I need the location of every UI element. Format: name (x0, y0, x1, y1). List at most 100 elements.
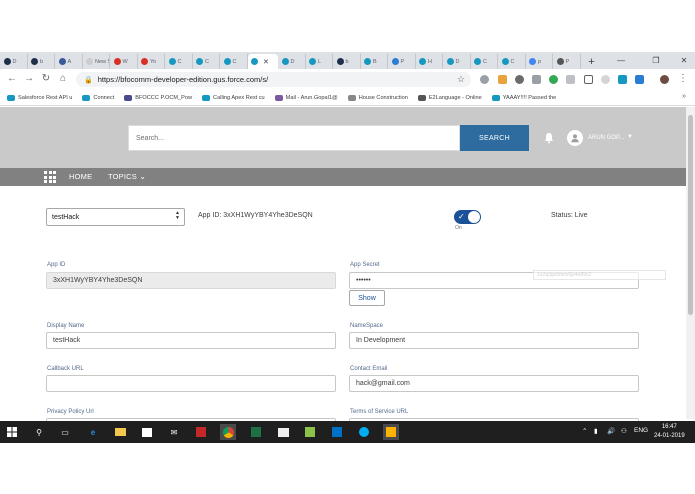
bookmark-item[interactable]: Calling Apex Rest cu (202, 94, 265, 101)
browser-tab[interactable]: D (1, 54, 28, 69)
scrollbar-thumb[interactable] (688, 115, 693, 315)
nav-topics[interactable]: TOPICS ⌄ (108, 172, 146, 181)
browser-tab[interactable]: C (166, 54, 193, 69)
tab-label: C (510, 58, 515, 65)
browser-tab[interactable]: B (361, 54, 388, 69)
extension-cloud-icon[interactable] (480, 75, 489, 84)
app-select[interactable]: testHack ▲ ▼ (46, 208, 185, 226)
browser-tab[interactable]: C (221, 54, 248, 69)
extension-grid-icon[interactable] (566, 75, 575, 84)
bookmark-item[interactable]: Connect (82, 94, 114, 101)
browser-tab[interactable]: L (306, 54, 333, 69)
display-name-field[interactable]: testHack (46, 332, 336, 349)
browser-tab[interactable]: Yo (138, 54, 165, 69)
address-bar[interactable]: 🔒 https://bfocomm-developer-edition.gus.… (76, 72, 471, 87)
browser-tab[interactable]: P (389, 54, 416, 69)
browser-tab[interactable]: b (28, 54, 55, 69)
browser-tab[interactable]: D (279, 54, 306, 69)
input-language[interactable]: ENG (634, 427, 648, 434)
store-icon[interactable] (139, 424, 155, 440)
new-tab-button[interactable]: + (583, 56, 601, 68)
bookmark-favicon-icon (124, 94, 133, 101)
chrome-icon[interactable] (220, 424, 236, 440)
bookmark-star-icon[interactable]: ☆ (457, 74, 465, 85)
notepad-icon[interactable] (302, 424, 318, 440)
extension-blue-icon[interactable] (635, 75, 644, 84)
namespace-field[interactable]: In Development (349, 332, 639, 349)
extension-cloud-blue-icon[interactable] (618, 75, 627, 84)
outlook-icon[interactable] (329, 424, 345, 440)
network-icon[interactable]: ⚇ (621, 427, 627, 435)
user-name[interactable]: ARUN GOP... (588, 135, 624, 141)
callback-url-field[interactable] (46, 375, 336, 392)
system-clock[interactable]: 16:47 24-01-2019 (654, 423, 685, 441)
browser-tab-strip: Db A New S W Yo C C C ✕ D Lb B P H D C Cp P + — ❐ ✕ (0, 52, 695, 69)
tab-favicon-icon (446, 58, 454, 65)
extension-orange-icon[interactable] (498, 75, 507, 84)
user-menu-chevron-icon[interactable]: ▼ (627, 134, 633, 140)
browser-tab[interactable]: ✕ (248, 54, 278, 69)
extension-gray-icon[interactable] (515, 75, 524, 84)
excel-icon[interactable] (248, 424, 264, 440)
browser-tab[interactable]: P (554, 54, 581, 69)
windows-start-icon[interactable] (4, 424, 20, 440)
task-view-icon[interactable]: ▭ (57, 424, 73, 440)
bookmarks-more-icon[interactable]: » (682, 93, 686, 100)
bookmark-item[interactable]: E2Language - Online (417, 94, 482, 101)
skype-icon[interactable] (356, 424, 372, 440)
app-id-value: 3xXH1WyYBY4Yhe3DeSQN (53, 277, 143, 284)
acrobat-icon[interactable] (193, 424, 209, 440)
maximize-icon[interactable]: ❐ (641, 52, 671, 69)
volume-icon[interactable]: 🔊 (607, 427, 615, 435)
notification-bell-icon[interactable] (543, 132, 555, 144)
profile-avatar-icon[interactable] (660, 75, 669, 84)
browser-tab[interactable]: b (334, 54, 361, 69)
search-input[interactable]: Search... (128, 125, 460, 151)
extension-circle-icon[interactable] (601, 75, 610, 84)
browser-tab[interactable]: A (56, 54, 83, 69)
taskbar-search-icon[interactable]: ⚲ (31, 424, 47, 440)
file-explorer-icon[interactable] (112, 424, 128, 440)
browser-tab[interactable]: p (526, 54, 553, 69)
nav-home[interactable]: HOME (69, 172, 92, 181)
browser-tab[interactable]: C (499, 54, 526, 69)
mail-icon[interactable]: ✉ (166, 424, 182, 440)
extension-download-icon[interactable] (584, 75, 593, 84)
bookmark-item[interactable]: YAAAY!!!! Passed the (491, 94, 556, 101)
tab-label: P (400, 58, 405, 65)
taskbar-app-icon[interactable] (383, 424, 399, 440)
contact-email-field[interactable]: hack@gmail.com (349, 375, 639, 392)
extension-puzzle-icon[interactable] (532, 75, 541, 84)
battery-icon[interactable]: ▮ (594, 427, 598, 435)
app-77-icon[interactable] (275, 424, 291, 440)
browser-tab[interactable]: W (111, 54, 138, 69)
show-secret-button[interactable]: Show (349, 290, 385, 306)
home-icon[interactable]: ⌂ (57, 73, 69, 85)
bookmark-item[interactable]: House Construction (347, 94, 408, 101)
user-avatar[interactable] (567, 130, 583, 146)
bookmark-label: E2Language - Online (428, 94, 482, 101)
search-button[interactable]: SEARCH (460, 125, 529, 151)
browser-tab[interactable]: H (416, 54, 443, 69)
minimize-icon[interactable]: — (606, 52, 636, 69)
extension-green-icon[interactable] (549, 75, 558, 84)
browser-tab[interactable]: C (193, 54, 220, 69)
edge-icon[interactable]: e (85, 424, 101, 440)
reload-icon[interactable]: ↻ (40, 73, 52, 85)
browser-menu-icon[interactable]: ⋮ (677, 73, 689, 85)
tray-chevron-icon[interactable]: ⌃ (582, 427, 587, 435)
page-scrollbar[interactable] (686, 107, 695, 419)
chevron-down-icon: ⌄ (139, 172, 147, 181)
bookmark-item[interactable]: Salesforce Rest API u (7, 94, 72, 101)
bookmark-item[interactable]: BFOCCC P.OCM_Pow (124, 94, 192, 101)
app-launcher-icon[interactable] (44, 171, 56, 183)
tab-close-icon[interactable]: ✕ (263, 58, 269, 66)
bookmark-item[interactable]: Mail - Arun.Gopal1@ (274, 94, 338, 101)
window-close-icon[interactable]: ✕ (669, 52, 695, 69)
back-icon[interactable]: ← (6, 73, 18, 85)
app-status-toggle[interactable]: ✓ (454, 210, 481, 224)
browser-tab[interactable]: D (444, 54, 471, 69)
forward-icon[interactable]: → (23, 73, 35, 85)
browser-tab[interactable]: New S (83, 54, 110, 69)
browser-tab[interactable]: C (471, 54, 498, 69)
